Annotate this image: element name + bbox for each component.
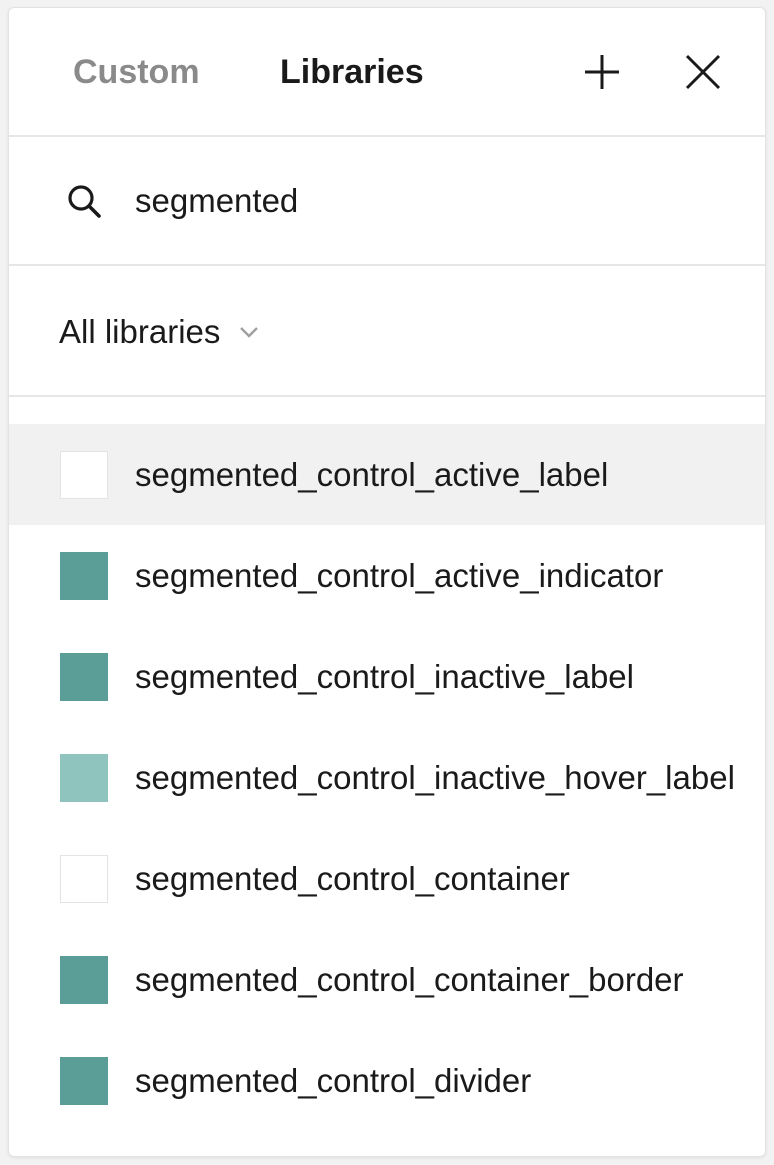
color-swatch	[60, 753, 108, 802]
panel-header: Custom Libraries	[9, 8, 765, 137]
color-swatch	[60, 955, 108, 1004]
search-bar	[9, 137, 765, 266]
color-swatch	[60, 1056, 108, 1105]
add-button[interactable]	[578, 48, 626, 96]
library-filter-label: All libraries	[59, 313, 221, 350]
style-list-item[interactable]: segmented_control_inactive_label	[9, 626, 765, 727]
style-list-item[interactable]: segmented_control_container	[9, 828, 765, 929]
tab-libraries[interactable]: Libraries	[280, 52, 424, 92]
search-input[interactable]	[135, 177, 715, 225]
color-swatch	[60, 854, 108, 903]
color-swatch	[60, 551, 108, 600]
style-name-label: segmented_control_inactive_label	[135, 657, 634, 695]
close-icon	[685, 54, 721, 90]
style-list-item[interactable]: segmented_control_active_label	[9, 424, 765, 525]
library-filter-dropdown[interactable]: All libraries	[59, 310, 260, 354]
chevron-down-icon	[240, 327, 259, 338]
close-button[interactable]	[679, 48, 727, 96]
plus-icon	[585, 55, 619, 89]
style-name-label: segmented_control_divider	[135, 1061, 532, 1099]
style-name-label: segmented_control_container	[135, 859, 570, 897]
style-name-label: segmented_control_active_indicator	[135, 556, 664, 594]
library-filter-row: All libraries	[9, 266, 765, 397]
style-list-item[interactable]: segmented_control_inactive_hover_label	[9, 727, 765, 828]
style-list-item[interactable]: segmented_control_container_border	[9, 929, 765, 1030]
style-list: segmented_control_active_label segmented_…	[9, 424, 765, 1131]
style-name-label: segmented_control_active_label	[135, 455, 609, 493]
style-list-item[interactable]: segmented_control_divider	[9, 1030, 765, 1131]
tab-custom[interactable]: Custom	[73, 52, 200, 92]
color-swatch	[60, 652, 108, 701]
style-name-label: segmented_control_container_border	[135, 960, 684, 998]
styles-panel: Custom Libraries All libraries	[8, 7, 766, 1157]
style-list-item[interactable]: segmented_control_active_indicator	[9, 525, 765, 626]
color-swatch	[60, 450, 108, 499]
search-icon	[68, 185, 101, 218]
style-name-label: segmented_control_inactive_hover_label	[135, 758, 735, 796]
